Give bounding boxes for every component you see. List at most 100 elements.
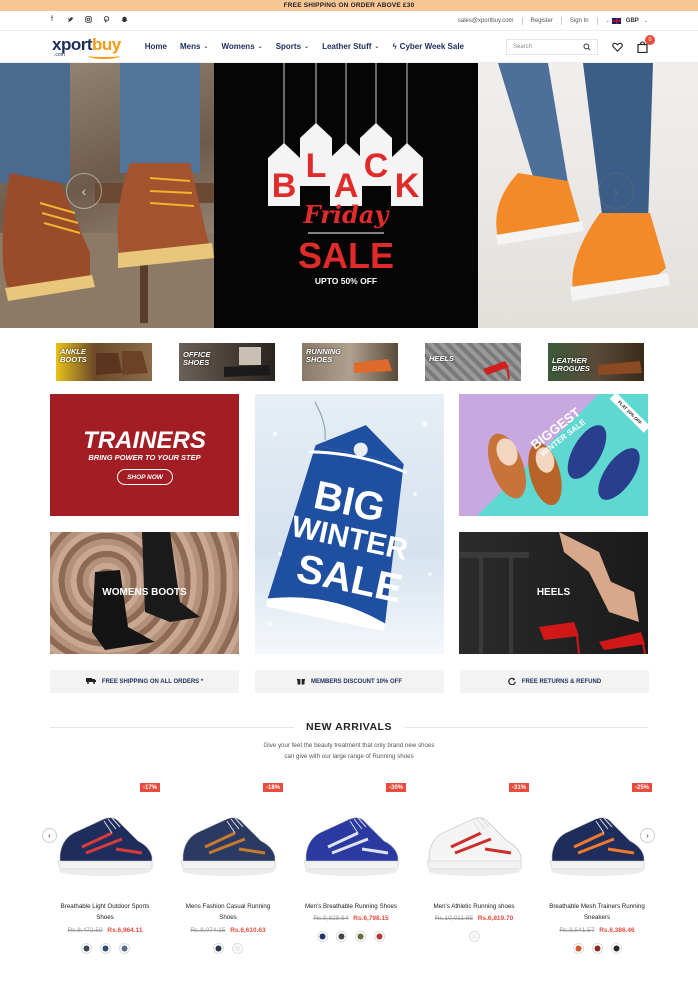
old-price: Rs.10,011.85: [434, 915, 473, 922]
color-swatch[interactable]: [336, 931, 347, 942]
social-links: f: [48, 16, 128, 25]
product-card[interactable]: -17% Breathable Light Outdoor Sports Sho…: [46, 781, 164, 961]
nav-item-womens[interactable]: Womens ⌄: [221, 42, 262, 51]
product-card[interactable]: -30% Men's Breathable Running Shoes Rs.9…: [292, 781, 410, 961]
pinterest-icon[interactable]: [102, 16, 110, 25]
product-image[interactable]: [175, 797, 281, 881]
product-card[interactable]: -25% Breathable Mesh Trainers Running Sn…: [538, 781, 656, 961]
chevron-left-icon[interactable]: ‹: [42, 828, 57, 843]
divider: [560, 16, 562, 25]
color-swatches: [292, 931, 410, 942]
chevron-right-icon[interactable]: ›: [640, 828, 655, 843]
hero-image-boots: ‹: [0, 63, 214, 328]
sneakers-illustration: [496, 63, 670, 301]
shop-now-button[interactable]: SHOP NOW: [117, 469, 173, 485]
hero-black-friday: B L A C K Friday SALE UPTO 50% OFF: [214, 63, 478, 328]
site-logo[interactable]: xportbuy .com: [52, 34, 121, 59]
sale-price: Rs.6,798.15: [353, 915, 389, 922]
color-swatch[interactable]: [572, 943, 584, 954]
old-price: Rs.8,541.57: [559, 927, 595, 934]
nav-item-cyber-week-sale[interactable]: ϟ Cyber Week Sale: [392, 42, 464, 51]
product-image[interactable]: [544, 797, 650, 881]
discount-badge: -25%: [631, 783, 652, 792]
hero-slider[interactable]: ‹ B L A C K Friday SALE UPTO 50% OFF ›: [0, 63, 698, 328]
color-swatch[interactable]: [99, 943, 111, 954]
snapchat-icon[interactable]: [120, 16, 128, 25]
category-label: BOOTS: [60, 355, 87, 365]
nav-item-leather-stuff[interactable]: Leather Stuff ⌄: [322, 42, 379, 51]
sale-price: Rs.6,964.11: [107, 927, 143, 934]
product-name-line: Men's Breathable Running Shoes: [305, 903, 397, 910]
product-name-line: Breathable Light Outdoor Sports: [60, 903, 150, 910]
hero-image-sneakers: ›: [478, 63, 698, 328]
signin-link[interactable]: Sign In: [570, 18, 589, 24]
product-name[interactable]: Men's Breathable Running Shoes: [292, 902, 410, 913]
discount-badge: -31%: [508, 783, 529, 792]
heels-label: HEELS: [536, 587, 571, 598]
product-image[interactable]: [52, 797, 158, 881]
product-image[interactable]: [298, 797, 404, 881]
old-price: Rs.8,472.50: [67, 927, 103, 934]
currency-label: GBP: [625, 17, 639, 24]
color-swatch[interactable]: [355, 931, 366, 942]
product-name[interactable]: Breathable Light Outdoor Sports Shoes: [46, 902, 164, 924]
product-card[interactable]: -31% Men's Athletic Running shoes Rs.10,…: [415, 781, 533, 961]
category-running-shoes[interactable]: RUNNING SHOES: [302, 343, 398, 381]
promo-big-winter-sale[interactable]: BIG WINTER SALE: [255, 394, 444, 654]
product-image[interactable]: [421, 797, 527, 881]
promo-heels[interactable]: HEELS: [459, 532, 648, 654]
twitter-icon[interactable]: [66, 16, 74, 25]
color-swatch[interactable]: [468, 931, 480, 942]
product-name-line: Mens Fashion Casual Running: [185, 903, 271, 910]
product-name[interactable]: Breathable Mesh Trainers Running Sneaker…: [538, 902, 656, 924]
chevron-down-icon: ⌄: [374, 44, 380, 50]
nav-item-mens[interactable]: Mens ⌄: [180, 42, 208, 51]
color-swatch[interactable]: [610, 943, 622, 954]
register-link[interactable]: Register: [531, 18, 553, 24]
heart-icon[interactable]: [612, 42, 623, 52]
subtitle-line: Give your feet the beauty treatment that…: [263, 742, 435, 749]
color-swatch[interactable]: [118, 943, 130, 954]
sale-price: Rs.6,610.63: [230, 927, 266, 934]
nav-item-sports[interactable]: Sports ⌄: [276, 42, 309, 51]
category-heels[interactable]: HEELS: [425, 343, 521, 381]
utility-bar: f sales@xportbuy.com Register Sign In ⌄ …: [0, 11, 698, 31]
nav-item-home[interactable]: Home: [145, 42, 167, 51]
discount-badge: -30%: [385, 783, 406, 792]
facebook-icon[interactable]: f: [48, 16, 56, 25]
tag-letter: L: [306, 147, 327, 185]
color-swatch[interactable]: [374, 931, 385, 942]
color-swatch[interactable]: [80, 943, 92, 954]
chevron-left-icon[interactable]: ‹: [66, 173, 102, 209]
logo-smile-icon: [88, 53, 120, 59]
promo-trainers[interactable]: TRAINERS BRING POWER TO YOUR STEP SHOP N…: [50, 394, 239, 516]
instagram-icon[interactable]: [84, 16, 92, 25]
search-box[interactable]: Search: [506, 38, 598, 55]
tag-letter: K: [395, 167, 420, 205]
logo-wordmark: xportbuy: [52, 34, 121, 54]
product-name-line: Shoes: [96, 913, 114, 921]
product-name[interactable]: Mens Fashion Casual Running Shoes: [169, 902, 287, 924]
lightning-icon: ϟ: [392, 42, 397, 51]
black-friday-tags: B L A C K Friday SALE UPTO 50% OFF: [268, 63, 423, 286]
chevron-right-icon[interactable]: ›: [598, 173, 634, 209]
color-swatch[interactable]: [591, 943, 603, 954]
product-name[interactable]: Men's Athletic Running shoes: [415, 902, 533, 913]
color-swatch[interactable]: [317, 931, 328, 942]
search-icon[interactable]: [583, 42, 591, 51]
color-swatch[interactable]: [213, 943, 224, 954]
color-swatch[interactable]: [232, 943, 243, 954]
category-label: BROGUES: [552, 364, 590, 374]
search-input[interactable]: Search: [513, 44, 532, 50]
currency-selector[interactable]: ⌄ GBP ⌄: [606, 17, 648, 24]
email-link[interactable]: sales@xportbuy.com: [458, 18, 514, 24]
product-card[interactable]: -18% Mens Fashion Casual Running Shoes R…: [169, 781, 287, 961]
promo-biggest-winter-sale[interactable]: BIGGEST WINTER SALE FLAT 10% OFF: [459, 394, 648, 516]
bag-icon[interactable]: 0: [637, 34, 655, 53]
divider: [403, 726, 649, 728]
product-price: Rs.8,472.50 Rs.6,964.11: [46, 927, 164, 934]
category-office-shoes[interactable]: OFFICE SHOES: [179, 343, 275, 381]
category-leather-brogues[interactable]: LEATHER BROGUES: [548, 343, 644, 381]
promo-womens-boots[interactable]: WOMENS BOOTS: [50, 532, 239, 654]
category-ankle-boots[interactable]: ANKLE BOOTS: [56, 343, 152, 381]
